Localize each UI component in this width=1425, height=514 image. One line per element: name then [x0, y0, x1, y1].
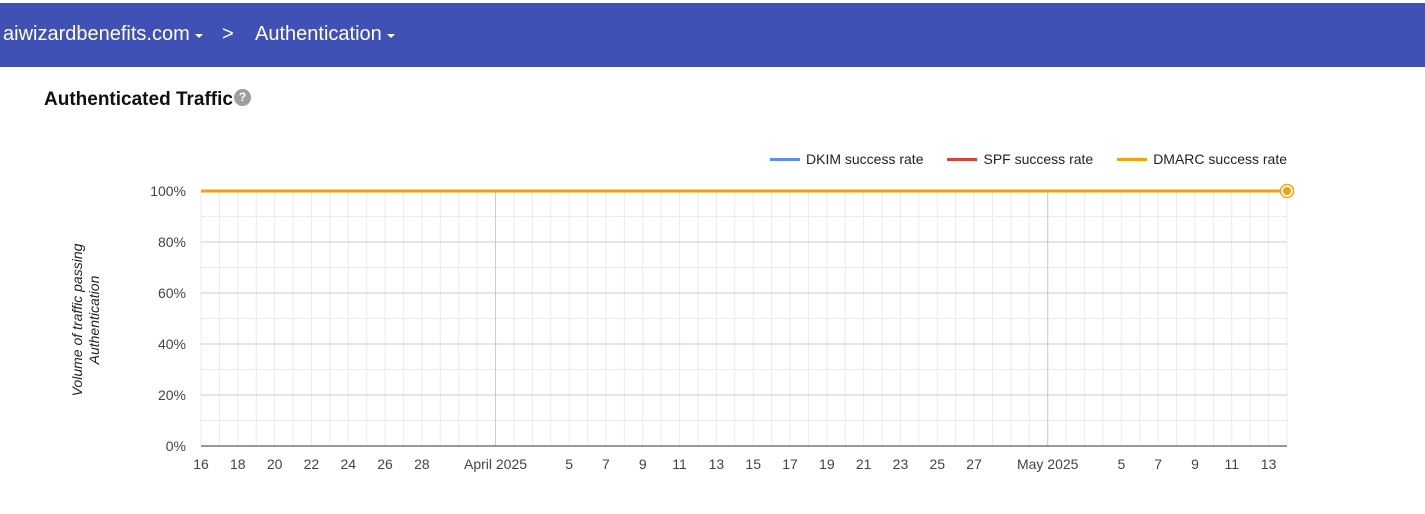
- x-tick-label: 7: [602, 456, 610, 472]
- y-tick-label: 40%: [158, 336, 186, 352]
- x-tick-label: 9: [1191, 456, 1199, 472]
- y-tick-label: 80%: [158, 234, 186, 250]
- x-tick-label: 20: [267, 456, 283, 472]
- x-tick-label: 11: [1225, 456, 1240, 472]
- y-tick-label: 100%: [150, 183, 186, 199]
- x-tick-label: 28: [414, 456, 430, 472]
- x-tick-label: 15: [745, 456, 761, 472]
- y-tick-label: 0%: [166, 438, 186, 454]
- x-tick-label: 5: [565, 456, 573, 472]
- x-tick-label: 25: [929, 456, 945, 472]
- x-tick-label: 5: [1117, 456, 1125, 472]
- y-tick-label: 60%: [158, 285, 186, 301]
- x-tick-label: 16: [193, 456, 209, 472]
- chart-plot: 0% 20% 40% 60% 80% 100% 16 18 20 22 24 26 28 April 20…: [150, 183, 1295, 472]
- x-tick-label: 21: [856, 456, 872, 472]
- x-tick-label: 11: [672, 456, 687, 472]
- x-tick-label: 27: [966, 456, 982, 472]
- x-tick-label: 13: [709, 456, 725, 472]
- x-tick-label: 23: [893, 456, 909, 472]
- y-tick-label: 20%: [158, 387, 186, 403]
- x-tick-label: 9: [639, 456, 647, 472]
- x-tick-label: May 2025: [1017, 456, 1079, 472]
- x-tick-label: 26: [377, 456, 393, 472]
- x-tick-label: 13: [1261, 456, 1277, 472]
- data-point: [1283, 187, 1291, 195]
- x-tick-label: 7: [1154, 456, 1162, 472]
- x-tick-label: 24: [340, 456, 356, 472]
- x-tick-label: 17: [782, 456, 798, 472]
- x-tick-label: 19: [819, 456, 835, 472]
- x-tick-label: 18: [230, 456, 246, 472]
- x-tick-label: 22: [304, 456, 320, 472]
- x-tick-label: April 2025: [464, 456, 527, 472]
